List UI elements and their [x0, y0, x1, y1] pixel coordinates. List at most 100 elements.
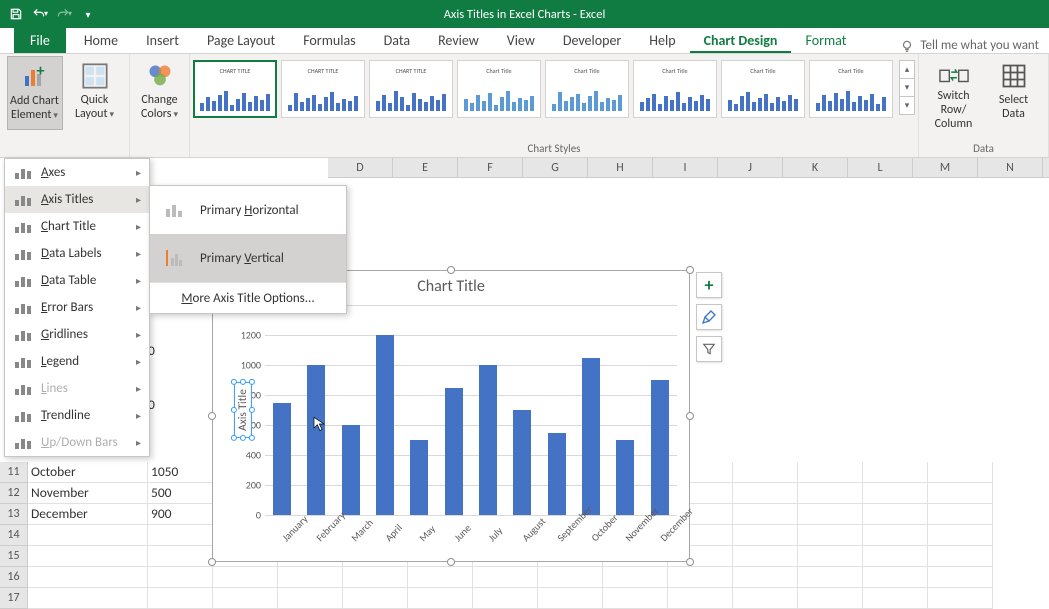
cell[interactable]: [798, 546, 863, 567]
bar-september[interactable]: [548, 433, 566, 516]
bar-august[interactable]: [513, 410, 531, 515]
submenu-primary-horizontal[interactable]: Primary Horizontal: [150, 186, 346, 234]
chart-style-3[interactable]: CHART TITLE: [369, 60, 453, 118]
cell[interactable]: [798, 567, 863, 588]
col-header-J[interactable]: J: [718, 158, 783, 177]
chart-style-6[interactable]: Chart Title: [633, 60, 717, 118]
col-header-N[interactable]: N: [978, 158, 1043, 177]
row-header-14[interactable]: 14: [0, 525, 27, 546]
cell[interactable]: [928, 588, 993, 609]
col-header-H[interactable]: H: [588, 158, 653, 177]
tab-file[interactable]: File: [14, 28, 66, 53]
redo-button[interactable]: ▾: [52, 2, 76, 26]
tab-view[interactable]: View: [493, 29, 549, 53]
cell[interactable]: [928, 483, 993, 504]
cell[interactable]: [798, 525, 863, 546]
col-header-L[interactable]: L: [848, 158, 913, 177]
cell[interactable]: [28, 546, 148, 567]
col-header-K[interactable]: K: [783, 158, 848, 177]
cell[interactable]: [928, 462, 993, 483]
cell[interactable]: [538, 567, 603, 588]
cell[interactable]: [798, 483, 863, 504]
col-header-I[interactable]: I: [653, 158, 718, 177]
cell[interactable]: [928, 504, 993, 525]
col-header-E[interactable]: E: [393, 158, 458, 177]
bar-series[interactable]: [265, 305, 677, 515]
tab-insert[interactable]: Insert: [132, 29, 193, 53]
cell[interactable]: [863, 525, 928, 546]
cell[interactable]: [733, 567, 798, 588]
cell[interactable]: [863, 567, 928, 588]
cell[interactable]: [798, 504, 863, 525]
change-colors-button[interactable]: Change Colors: [132, 56, 188, 130]
cell[interactable]: [928, 525, 993, 546]
chart-style-5[interactable]: Chart Title: [545, 60, 629, 118]
menu-axes[interactable]: Axes▸: [5, 159, 149, 186]
submenu-primary-vertical[interactable]: Primary Vertical: [150, 234, 346, 282]
cell[interactable]: [863, 546, 928, 567]
tell-me-search[interactable]: Tell me what you want: [900, 38, 1049, 53]
cell[interactable]: [733, 525, 798, 546]
tab-formulas[interactable]: Formulas: [289, 29, 369, 53]
cell[interactable]: [408, 567, 473, 588]
qat-customize-button[interactable]: ▾: [76, 2, 100, 26]
add-chart-element-button[interactable]: + Add Chart Element: [7, 56, 63, 130]
cell[interactable]: 900: [148, 504, 213, 525]
chart-style-8[interactable]: Chart Title: [809, 60, 893, 118]
tab-review[interactable]: Review: [424, 29, 493, 53]
tab-data[interactable]: Data: [370, 29, 424, 53]
cell[interactable]: [343, 567, 408, 588]
resize-handle[interactable]: [686, 266, 694, 274]
cell[interactable]: 500: [148, 483, 213, 504]
tab-developer[interactable]: Developer: [549, 29, 635, 53]
row-header-12[interactable]: 12: [0, 483, 27, 504]
cell[interactable]: [798, 588, 863, 609]
cell[interactable]: October: [28, 462, 148, 483]
bar-february[interactable]: [307, 365, 325, 515]
cell[interactable]: [473, 588, 538, 609]
tab-home[interactable]: Home: [70, 29, 132, 53]
plot-area[interactable]: 0200400600800100012001400 Axis Title: [265, 305, 677, 515]
bar-december[interactable]: [651, 380, 669, 515]
cell[interactable]: [28, 525, 148, 546]
bar-april[interactable]: [376, 335, 394, 515]
bar-march[interactable]: [342, 425, 360, 515]
submenu-more-options[interactable]: More Axis Title Options...: [150, 283, 346, 313]
cell[interactable]: [28, 588, 148, 609]
cell[interactable]: [733, 462, 798, 483]
col-header-G[interactable]: G: [523, 158, 588, 177]
row-header-17[interactable]: 17: [0, 588, 27, 609]
quick-layout-button[interactable]: Quick Layout: [67, 56, 123, 130]
menu-data-labels[interactable]: Data Labels▸: [5, 240, 149, 267]
row-header-16[interactable]: 16: [0, 567, 27, 588]
chart-filters-button[interactable]: [696, 336, 722, 362]
chart-style-2[interactable]: CHART TITLE: [281, 60, 365, 118]
cell[interactable]: [603, 588, 668, 609]
cell[interactable]: [278, 567, 343, 588]
cell[interactable]: [733, 504, 798, 525]
menu-legend[interactable]: Legend▸: [5, 348, 149, 375]
menu-error-bars[interactable]: Error Bars▸: [5, 294, 149, 321]
row-header-11[interactable]: 11: [0, 462, 27, 483]
tab-help[interactable]: Help: [635, 29, 689, 53]
menu-trendline[interactable]: Trendline▸: [5, 402, 149, 429]
chart-style-1[interactable]: CHART TITLE: [193, 60, 277, 118]
tab-chart-design[interactable]: Chart Design: [690, 29, 792, 53]
select-data-button[interactable]: Select Data: [986, 56, 1042, 130]
cell[interactable]: [863, 462, 928, 483]
cell[interactable]: December: [28, 504, 148, 525]
bar-june[interactable]: [445, 388, 463, 516]
chart-style-7[interactable]: Chart Title: [721, 60, 805, 118]
col-header-M[interactable]: M: [913, 158, 978, 177]
gallery-up-button[interactable]: ▴: [899, 60, 915, 79]
col-header-F[interactable]: F: [458, 158, 523, 177]
cell[interactable]: [148, 588, 213, 609]
gallery-more-button[interactable]: ▾: [899, 96, 915, 115]
bar-october[interactable]: [582, 358, 600, 516]
cell[interactable]: [928, 546, 993, 567]
resize-handle[interactable]: [447, 266, 455, 274]
y-axis-title[interactable]: Axis Title: [234, 382, 252, 438]
cell[interactable]: [798, 462, 863, 483]
cell[interactable]: [28, 567, 148, 588]
bar-november[interactable]: [616, 440, 634, 515]
